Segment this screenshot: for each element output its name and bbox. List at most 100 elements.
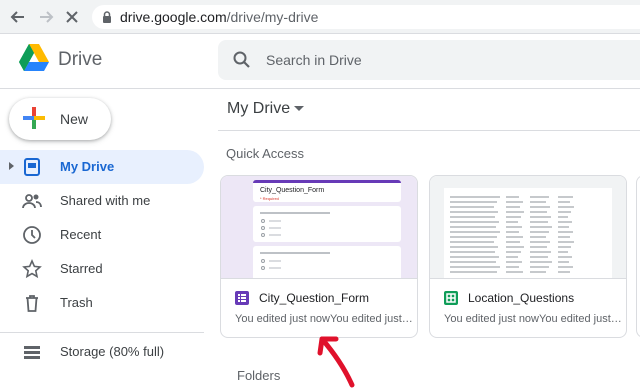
sheet-preview-cell <box>558 216 568 218</box>
sheet-preview-cell <box>506 196 519 198</box>
my-drive-icon <box>24 158 40 176</box>
sheet-preview-cell <box>506 251 521 253</box>
file-preview <box>430 176 626 278</box>
sheet-preview-cell <box>558 206 574 208</box>
sheet-preview-cell <box>450 231 500 233</box>
sheet-preview-cell <box>506 216 521 218</box>
sheet-preview-cell <box>558 261 569 263</box>
sheet-preview-cell <box>558 256 572 258</box>
sidebar-item-recent[interactable]: Recent <box>0 218 204 252</box>
sheet-preview-cell <box>530 196 549 198</box>
sheet-preview-cell <box>530 201 546 203</box>
page-title[interactable]: My Drive <box>227 100 290 118</box>
stop-icon[interactable] <box>62 7 82 27</box>
sheet-preview-cell <box>530 246 547 248</box>
sidebar-item-label: Trash <box>60 295 93 310</box>
address-bar[interactable]: drive.google.com/drive/my-drive <box>92 5 640 29</box>
sheet-preview-cell <box>530 206 550 208</box>
sheet-preview-cell <box>506 256 518 258</box>
header-divider <box>0 88 640 89</box>
sheet-preview-cell <box>530 221 548 223</box>
storage-label: Storage (80% full) <box>60 344 165 359</box>
sidebar-item-trash[interactable]: Trash <box>0 286 204 320</box>
url-text: drive.google.com/drive/my-drive <box>120 9 319 25</box>
sheet-preview-cell <box>558 211 571 213</box>
new-button-label: New <box>60 111 89 127</box>
sidebar-item-starred[interactable]: Starred <box>0 252 204 286</box>
sheet-preview-cell <box>558 231 573 233</box>
sheet-preview-cell <box>558 201 570 203</box>
browser-toolbar: drive.google.com/drive/my-drive <box>0 0 640 34</box>
sheet-preview-cell <box>558 266 573 268</box>
sheet-preview-cell <box>450 241 494 243</box>
preview-form-title: City_Question_Form <box>260 187 325 194</box>
sheet-preview-cell <box>506 266 519 268</box>
folders-heading: Folders <box>237 368 281 383</box>
brand-title: Drive <box>58 49 103 70</box>
search-input[interactable]: Search in Drive <box>218 40 640 80</box>
sheet-preview-cell <box>530 266 549 268</box>
sheet-preview-cell <box>450 251 495 253</box>
sheets-icon <box>444 291 458 305</box>
file-edited: You edited just nowYou edited just now <box>235 313 415 325</box>
new-button[interactable]: New <box>9 98 111 140</box>
sheet-preview-cell <box>530 251 551 253</box>
sheet-preview-cell <box>506 236 523 238</box>
sheet-preview-cell <box>530 261 552 263</box>
sheet-preview-cell <box>530 256 548 258</box>
sidebar-item-label: Shared with me <box>60 193 151 208</box>
sidebar-item-storage[interactable]: Storage (80% full) <box>0 335 204 369</box>
sheet-preview-cell <box>450 211 498 213</box>
sheet-preview-cell <box>450 196 500 198</box>
sidebar-item-my-drive[interactable]: My Drive <box>0 150 204 184</box>
sheet-preview-cell <box>450 261 496 263</box>
sheet-preview-cell <box>558 226 569 228</box>
sheet-preview-cell <box>450 266 500 268</box>
sheet-preview-cell <box>450 256 499 258</box>
annotation-arrow-icon <box>317 336 355 388</box>
quick-access-heading: Quick Access <box>226 146 305 161</box>
search-icon[interactable] <box>232 50 252 70</box>
sheet-preview-cell <box>506 246 524 248</box>
sheet-preview-cell <box>506 231 519 233</box>
chevron-down-icon[interactable] <box>294 106 304 111</box>
sheet-preview-cell <box>506 211 524 213</box>
expand-caret-icon[interactable] <box>9 162 14 170</box>
file-card-form[interactable]: City_Question_Form * Required City_Quest… <box>220 175 418 338</box>
file-name: Location_Questions <box>468 291 575 305</box>
file-edited: You edited just nowYou edited just now <box>444 313 624 325</box>
sheet-preview-cell <box>506 206 520 208</box>
sheet-preview-cell <box>450 221 499 223</box>
sheet-preview-cell <box>530 241 550 243</box>
sheet-preview-cell <box>558 251 568 253</box>
file-preview: City_Question_Form * Required <box>221 176 417 282</box>
sheet-preview-cell <box>558 241 574 243</box>
sidebar-divider <box>0 332 204 333</box>
sidebar-item-label: My Drive <box>60 159 115 174</box>
sheet-preview-cell <box>450 246 498 248</box>
back-icon[interactable] <box>8 7 28 27</box>
trash-icon <box>26 295 38 312</box>
sheet-preview-cell <box>530 271 546 273</box>
sheet-preview-cell <box>558 246 571 248</box>
sheet-preview-cell <box>506 271 523 273</box>
sheet-preview-cell <box>530 211 547 213</box>
sidebar-item-shared[interactable]: Shared with me <box>0 184 204 218</box>
file-card-partial[interactable] <box>636 175 640 338</box>
file-card-sheet[interactable]: Location_Questions You edited just nowYo… <box>429 175 627 338</box>
sheet-preview-cell <box>450 226 496 228</box>
sheet-preview-cell <box>506 241 520 243</box>
sheet-preview-cell <box>530 216 551 218</box>
plus-icon <box>23 107 45 129</box>
storage-icon <box>24 346 40 359</box>
main-divider <box>218 130 640 131</box>
drive-logo-icon[interactable] <box>18 43 50 73</box>
sheet-preview-cell <box>558 236 570 238</box>
sheet-preview-cell <box>450 271 497 273</box>
preview-required: * Required <box>260 196 279 201</box>
forward-icon[interactable] <box>36 7 56 27</box>
lock-icon <box>103 11 111 23</box>
sheet-preview-cell <box>450 201 497 203</box>
sheet-preview-cell <box>450 206 494 208</box>
sheet-preview-cell <box>530 226 552 228</box>
